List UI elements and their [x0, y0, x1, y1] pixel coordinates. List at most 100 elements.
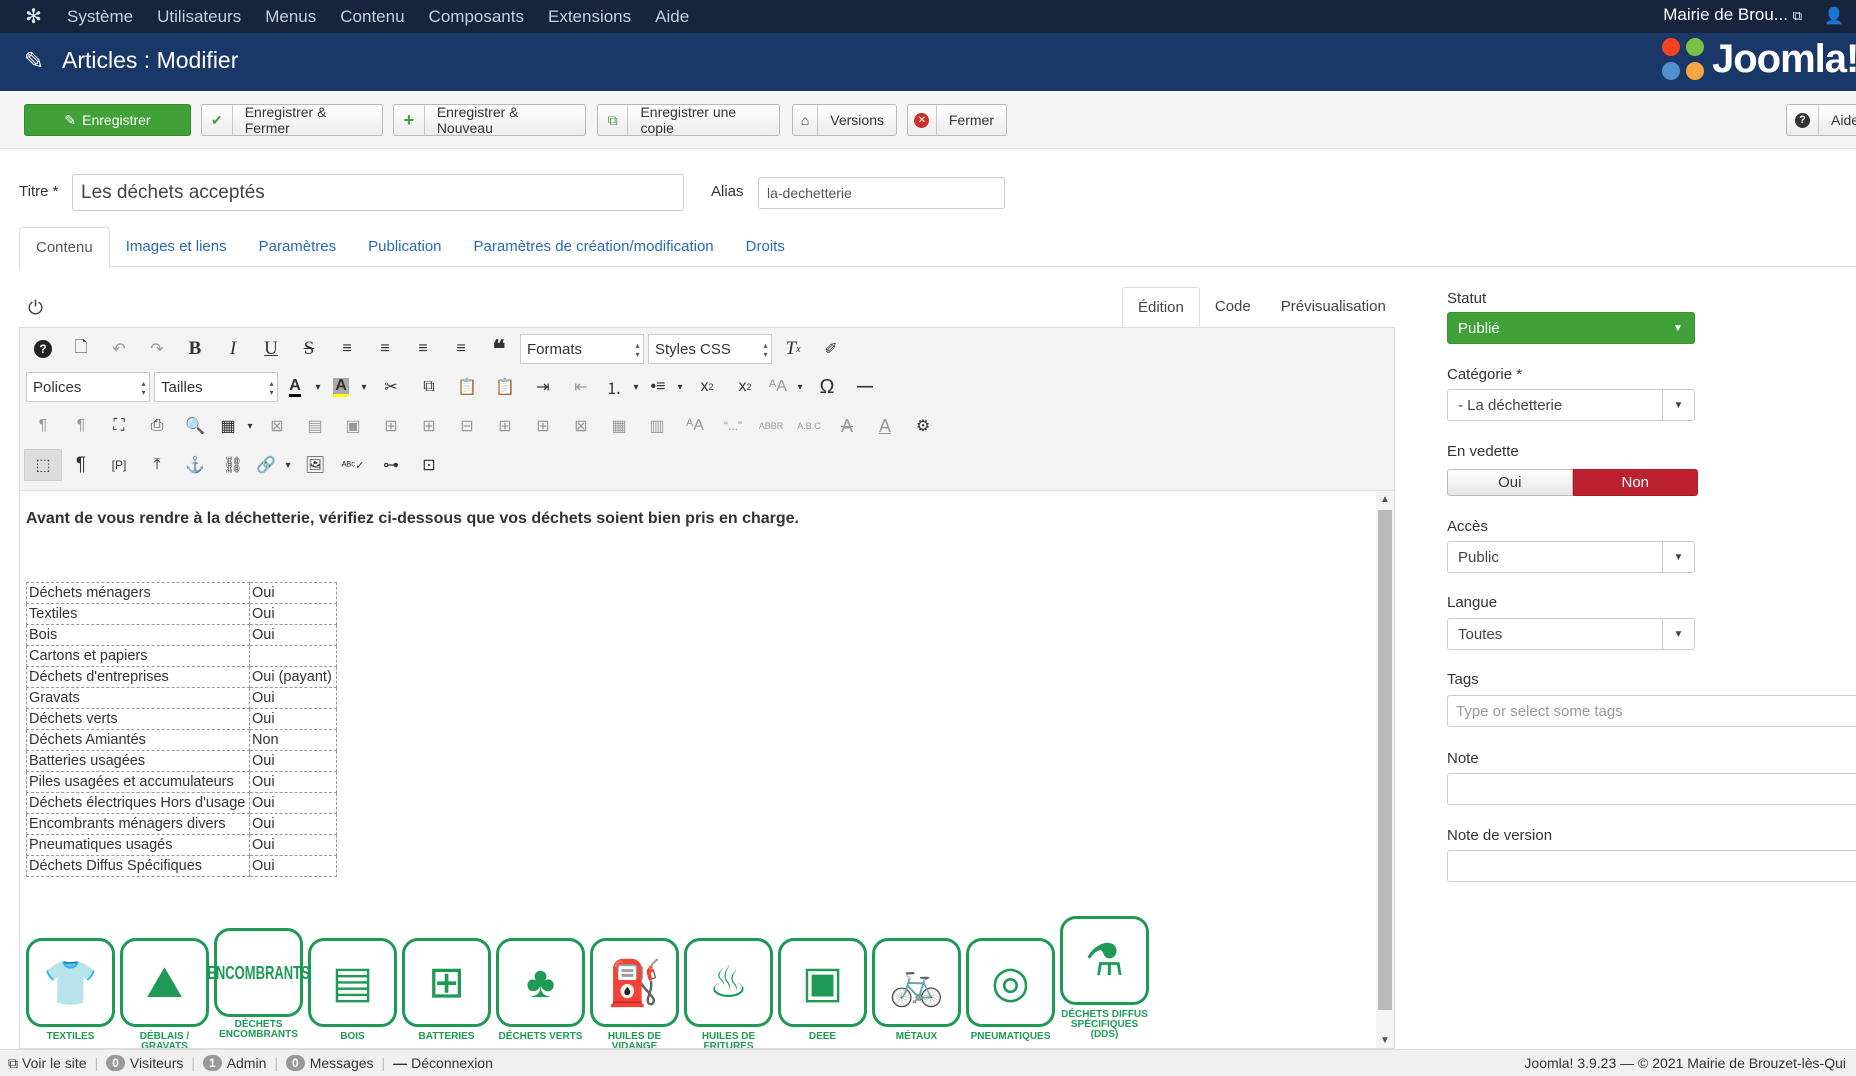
link-icon[interactable]: 🔗 — [252, 449, 280, 481]
insert-row-after-icon[interactable]: ⊞ — [410, 410, 448, 442]
anchor-icon[interactable]: ⚓ — [176, 449, 214, 481]
text-direction-icon[interactable]: ᴬA — [764, 371, 792, 403]
paste-text-icon[interactable]: 📋 — [486, 371, 524, 403]
styles-css-select[interactable]: Styles CSS — [648, 334, 772, 364]
bold-icon[interactable]: B — [176, 333, 214, 365]
numbered-list-dropdown-icon[interactable]: ▾ — [628, 371, 644, 403]
numbered-list-icon[interactable]: ⒈ — [600, 371, 628, 403]
align-center-icon[interactable]: ≡ — [366, 333, 404, 365]
admin-link[interactable]: 1 Admin — [195, 1055, 274, 1071]
messages-link[interactable]: 0 Messages — [278, 1055, 382, 1071]
menu-menus[interactable]: Menus — [265, 7, 316, 27]
outdent-icon[interactable]: ⇤ — [562, 371, 600, 403]
superscript-icon[interactable]: x2 — [726, 371, 764, 403]
abbr-icon[interactable]: ABBR — [752, 410, 790, 442]
formats-select[interactable]: Formats — [520, 334, 644, 364]
scroll-thumb[interactable] — [1378, 510, 1392, 1010]
fonts-select[interactable]: Polices — [26, 372, 150, 402]
bullet-list-dropdown-icon[interactable]: ▾ — [672, 371, 688, 403]
tab-previsualisation[interactable]: Prévisualisation — [1266, 287, 1401, 327]
editor-scrollbar[interactable]: ▲ ▼ — [1376, 492, 1394, 1048]
menu-composants[interactable]: Composants — [429, 7, 524, 27]
help-circle-icon[interactable]: ? — [24, 333, 62, 365]
acronym-icon[interactable]: A.B.C — [790, 410, 828, 442]
underline-icon[interactable]: U — [252, 333, 290, 365]
font-size-icon[interactable]: ᴬA — [676, 410, 714, 442]
row-props-icon[interactable]: ▤ — [296, 410, 334, 442]
menu-aide[interactable]: Aide — [655, 7, 689, 27]
tab-images-liens[interactable]: Images et liens — [110, 227, 243, 267]
upload-icon[interactable]: ⤒ — [138, 449, 176, 481]
horizontal-rule-icon[interactable]: — — [846, 371, 884, 403]
special-char-icon[interactable]: Ω — [808, 371, 846, 403]
version-note-input[interactable] — [1447, 850, 1856, 882]
strike-format-icon[interactable]: A — [828, 410, 866, 442]
rtl-icon[interactable]: ¶ — [62, 410, 100, 442]
spellcheck-icon[interactable]: ᴬᴮᶜ✓ — [334, 449, 372, 481]
tab-creation-modification[interactable]: Paramètres de création/modification — [458, 227, 730, 267]
scroll-down-icon[interactable]: ▼ — [1380, 1035, 1390, 1046]
strikethrough-icon[interactable]: S — [290, 333, 328, 365]
tab-contenu[interactable]: Contenu — [19, 227, 110, 268]
print-icon[interactable]: ⎙ — [138, 410, 176, 442]
site-link[interactable]: Mairie de Brou... ⧉ — [1663, 5, 1802, 25]
visual-blocks-icon[interactable]: ⬚ — [24, 449, 62, 481]
clear-format-icon[interactable]: Tx — [774, 333, 812, 365]
editor-content[interactable]: Avant de vous rendre à la déchetterie, v… — [20, 492, 1376, 1048]
menu-extensions[interactable]: Extensions — [548, 7, 631, 27]
visitors-link[interactable]: 0 Visiteurs — [98, 1055, 191, 1071]
fullscreen-icon[interactable]: ⛶ — [100, 410, 138, 442]
underline-format-icon[interactable]: A — [866, 410, 904, 442]
save-new-button[interactable]: + Enregistrer & Nouveau — [393, 104, 586, 136]
italic-icon[interactable]: I — [214, 333, 252, 365]
copy-icon[interactable]: ⧉ — [410, 371, 448, 403]
tab-publication[interactable]: Publication — [352, 227, 457, 267]
paint-format-icon[interactable]: ✐ — [812, 333, 850, 365]
categorie-select[interactable]: - La déchetterie ▼ — [1447, 389, 1695, 421]
text-color-dropdown-icon[interactable]: ▾ — [310, 371, 326, 403]
user-icon[interactable]: 👤 — [1824, 6, 1844, 26]
text-direction-dropdown-icon[interactable]: ▾ — [792, 371, 808, 403]
save-close-button[interactable]: ✔ Enregistrer & Fermer — [201, 104, 383, 136]
subscript-icon[interactable]: x2 — [688, 371, 726, 403]
tab-droits[interactable]: Droits — [730, 227, 801, 267]
insert-col-after-icon[interactable]: ⊞ — [524, 410, 562, 442]
delete-row-icon[interactable]: ⊟ — [448, 410, 486, 442]
background-color-icon[interactable]: A — [326, 371, 356, 403]
show-paragraphs-icon[interactable]: ¶ — [62, 449, 100, 481]
indent-icon[interactable]: ⇥ — [524, 371, 562, 403]
delete-col-icon[interactable]: ⊠ — [562, 410, 600, 442]
insert-row-before-icon[interactable]: ⊞ — [372, 410, 410, 442]
tags-input[interactable]: Type or select some tags — [1447, 695, 1856, 727]
cell-props-icon[interactable]: ▣ — [334, 410, 372, 442]
align-left-icon[interactable]: ≡ — [404, 333, 442, 365]
visual-aid-icon[interactable]: [P] — [100, 449, 138, 481]
split-cells-icon[interactable]: ▦ — [600, 410, 638, 442]
text-color-icon[interactable]: A — [280, 371, 310, 403]
view-site-link[interactable]: ⧉ Voir le site — [0, 1055, 95, 1072]
paste-icon[interactable]: 📋 — [448, 371, 486, 403]
help-button[interactable]: ? Aide — [1786, 104, 1856, 136]
logout-link[interactable]: — Déconnexion — [385, 1055, 501, 1071]
joomla-menu-icon[interactable]: ✻ — [0, 4, 67, 29]
tab-parametres[interactable]: Paramètres — [243, 227, 353, 267]
statut-select[interactable]: Publié ▼ — [1447, 312, 1695, 344]
unlink-icon[interactable]: ⛓ — [214, 449, 252, 481]
new-document-icon[interactable]: 🗋 — [62, 333, 100, 365]
menu-systeme[interactable]: Système — [67, 7, 133, 27]
tab-edition[interactable]: Édition — [1122, 287, 1200, 328]
align-right-icon[interactable]: ≡ — [442, 333, 480, 365]
power-toggle-icon[interactable]: ⏻ — [28, 298, 43, 320]
link-dropdown-icon[interactable]: ▾ — [280, 449, 296, 481]
table-dropdown-icon[interactable]: ▾ — [242, 410, 258, 442]
search-icon[interactable]: 🔍 — [176, 410, 214, 442]
quote-icon[interactable]: “...” — [714, 410, 752, 442]
undo-icon[interactable]: ↶ — [100, 333, 138, 365]
scroll-up-icon[interactable]: ▲ — [1380, 494, 1390, 505]
sizes-select[interactable]: Tailles — [154, 372, 278, 402]
close-button[interactable]: ✕ Fermer — [907, 104, 1007, 136]
versions-button[interactable]: ⌂ Versions — [792, 104, 897, 136]
table-icon[interactable]: ▦ — [214, 410, 242, 442]
settings-icon[interactable]: ⚙ — [904, 410, 942, 442]
insert-template-icon[interactable]: ⊡ — [410, 449, 448, 481]
